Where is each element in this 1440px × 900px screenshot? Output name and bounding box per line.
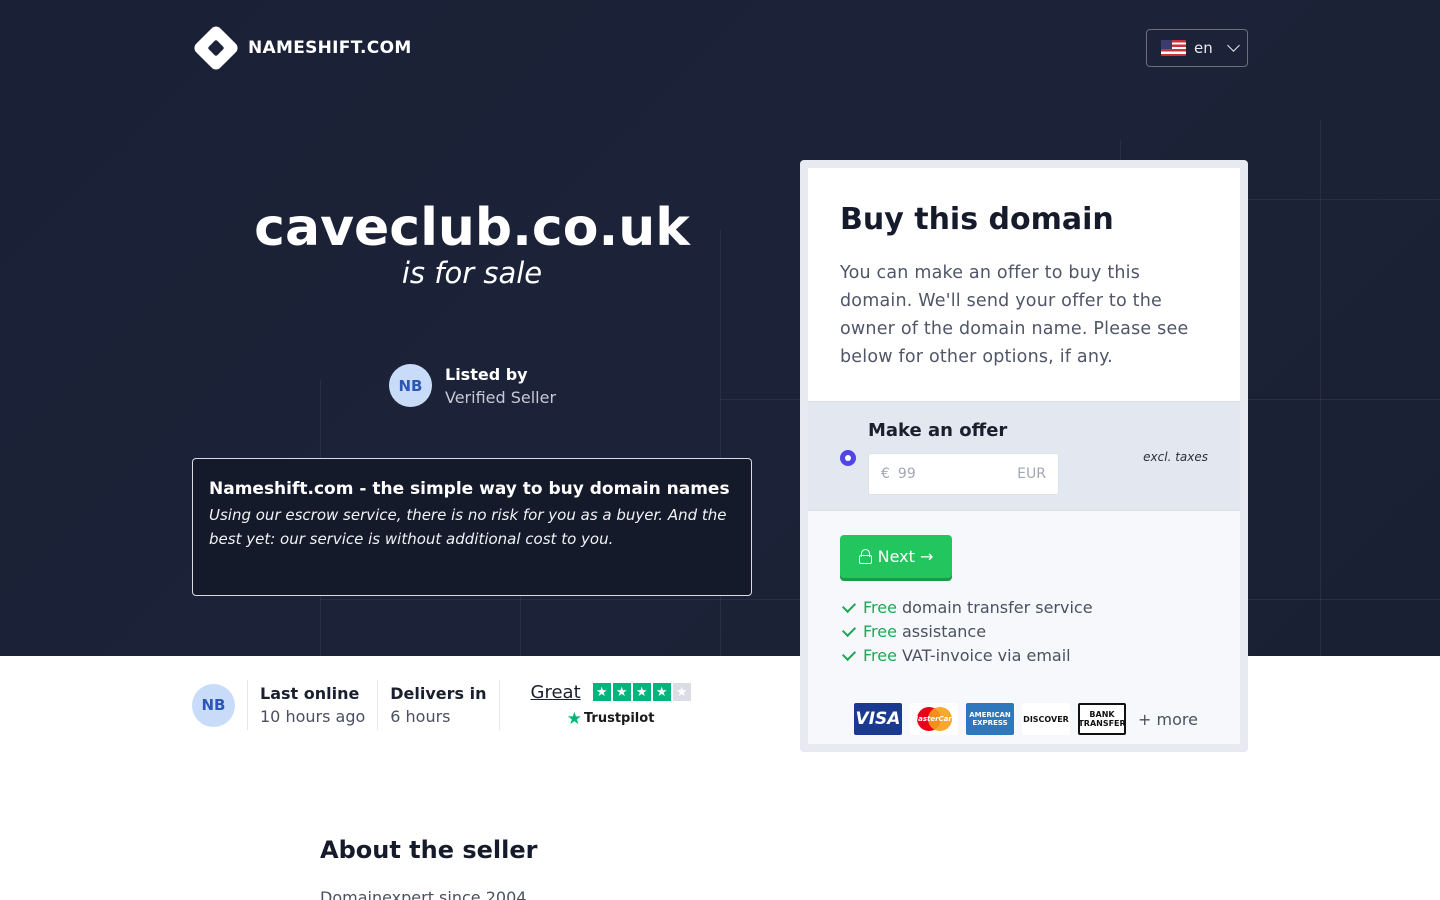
star-icon: ★ (652, 683, 671, 701)
trustpilot-logo: ★ Trustpilot (566, 708, 655, 729)
about-seller-title: About the seller (320, 836, 538, 864)
trustpilot-stars: ★ ★ ★ ★ ★ (592, 683, 691, 701)
trustpilot-rating-link[interactable]: Great (531, 682, 581, 703)
buy-panel-description: You can make an offer to buy this domain… (840, 263, 1189, 367)
check-icon (841, 598, 857, 614)
escrow-title: Nameshift.com - the simple way to buy do… (209, 479, 730, 499)
lock-icon (858, 549, 872, 564)
visa-icon: VISA (854, 703, 902, 735)
escrow-text: Using our escrow service, there is no ri… (209, 506, 727, 548)
last-online-value: 10 hours ago (260, 707, 366, 726)
currency-symbol: € (881, 466, 890, 482)
feature-item: Free VAT-invoice via email (840, 644, 1208, 668)
us-flag-icon (1161, 40, 1186, 56)
discover-icon: DISCOVER (1022, 703, 1070, 735)
for-sale-label: is for sale (401, 256, 543, 290)
listed-by: NB Listed by Verified Seller (389, 364, 556, 407)
listed-by-label: Listed by (445, 364, 528, 384)
next-button[interactable]: Next → (840, 535, 952, 578)
about-seller-subtitle: Domainexpert since 2004 (320, 888, 527, 900)
check-icon (841, 622, 857, 638)
last-online-label: Last online (260, 684, 360, 703)
trustpilot-widget[interactable]: Great ★ ★ ★ ★ ★ ★ Trustpilot (500, 682, 691, 729)
offer-amount-input[interactable]: € 99 EUR (868, 453, 1059, 495)
language-selector[interactable]: en (1146, 29, 1248, 67)
star-empty-icon: ★ (672, 683, 691, 701)
escrow-info-box: Nameshift.com - the simple way to buy do… (192, 458, 752, 596)
buy-domain-panel: Buy this domain You can make an offer to… (800, 160, 1248, 752)
bank-transfer-icon: BANK TRANSFER (1078, 703, 1126, 735)
seller-stats: NB Last online 10 hours ago Delivers in … (192, 680, 691, 730)
last-online-stat: Last online 10 hours ago (248, 684, 377, 726)
feature-item: Free assistance (840, 620, 1208, 644)
mastercard-icon: MasterCard (910, 703, 958, 735)
seller-avatar: NB (192, 683, 235, 727)
payment-methods: VISA MasterCard AMERICAN EXPRESS DISCOVE… (854, 703, 1198, 735)
logo-text: NAMESHIFT.COM (248, 38, 412, 58)
make-offer-option[interactable]: Make an offer € 99 EUR excl. taxes (808, 401, 1240, 511)
seller-avatar: NB (389, 364, 432, 407)
delivers-value: 6 hours (390, 707, 451, 726)
delivers-stat: Delivers in 6 hours (378, 684, 498, 726)
delivers-label: Delivers in (390, 684, 487, 703)
star-icon: ★ (592, 683, 611, 701)
domain-name: caveclub.co.uk (254, 198, 690, 258)
trustpilot-star-icon: ★ (566, 708, 582, 729)
buy-panel-title: Buy this domain (840, 202, 1114, 237)
site-logo[interactable]: NAMESHIFT.COM (191, 23, 412, 73)
feature-item: Free domain transfer service (840, 596, 1208, 620)
language-label: en (1194, 39, 1213, 57)
verified-seller-label: Verified Seller (445, 387, 557, 407)
currency-code: EUR (1017, 466, 1046, 482)
star-icon: ★ (632, 683, 651, 701)
chevron-down-icon (1226, 39, 1240, 52)
next-button-label: Next → (877, 547, 934, 566)
amount-placeholder[interactable]: 99 (898, 466, 1017, 482)
more-payments-link[interactable]: + more (1138, 710, 1198, 729)
excl-taxes-label: excl. taxes (1143, 450, 1208, 464)
offer-title: Make an offer (868, 420, 1008, 441)
logo-icon (191, 23, 241, 73)
amex-icon: AMERICAN EXPRESS (966, 703, 1014, 735)
grid-decoration (1320, 120, 1321, 656)
check-icon (841, 646, 857, 662)
feature-list: Free domain transfer service Free assist… (840, 596, 1208, 668)
offer-radio[interactable] (840, 450, 856, 466)
star-icon: ★ (612, 683, 631, 701)
